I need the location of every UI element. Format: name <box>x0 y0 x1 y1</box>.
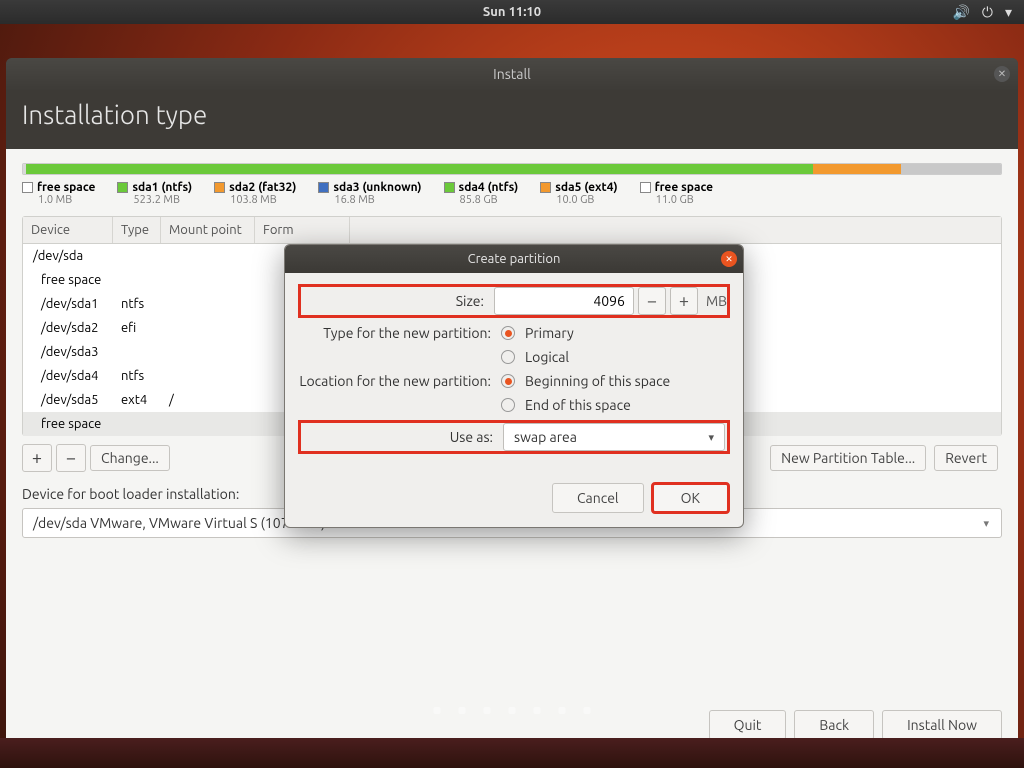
close-icon[interactable]: ✕ <box>721 251 737 267</box>
partition-legend: free space1.0 MB sda1 (ntfs)523.2 MB sda… <box>22 181 1002 206</box>
logical-radio-label: Logical <box>525 349 569 365</box>
chevron-down-icon[interactable]: ▾ <box>1005 4 1012 21</box>
install-now-button[interactable]: Install Now <box>882 710 1002 740</box>
top-menubar: Sun 11:10 🔊 ⏻ ▾ <box>0 0 1024 24</box>
dialog-title: Create partition <box>468 252 561 266</box>
type-label: Type for the new partition: <box>299 325 501 341</box>
ok-button[interactable]: OK <box>652 483 729 513</box>
beginning-radio[interactable] <box>501 374 515 388</box>
install-titlebar: Install ✕ <box>6 58 1018 90</box>
cancel-button[interactable]: Cancel <box>552 483 644 513</box>
size-unit: MB <box>706 293 727 309</box>
dialog-titlebar: Create partition ✕ <box>285 245 743 273</box>
size-input[interactable] <box>494 287 634 315</box>
volume-icon[interactable]: 🔊 <box>952 4 969 21</box>
partition-bar <box>22 163 1002 175</box>
table-header: Device Type Mount point Form <box>23 217 1001 244</box>
new-partition-table-button[interactable]: New Partition Table... <box>770 445 926 471</box>
primary-radio-label: Primary <box>525 325 574 341</box>
change-partition-button[interactable]: Change... <box>90 445 170 471</box>
back-button[interactable]: Back <box>794 710 874 740</box>
end-radio[interactable] <box>501 398 515 412</box>
useas-select[interactable]: swap area <box>503 423 725 451</box>
install-footer-buttons: Quit Back Install Now <box>22 690 1002 740</box>
useas-row: Use as: swap area <box>299 421 729 453</box>
beginning-radio-label: Beginning of this space <box>525 373 670 389</box>
logical-radio[interactable] <box>501 350 515 364</box>
system-indicators[interactable]: 🔊 ⏻ ▾ <box>952 4 1012 21</box>
add-partition-button[interactable]: + <box>22 444 52 472</box>
page-title: Installation type <box>6 90 1018 149</box>
remove-partition-button[interactable]: − <box>56 444 86 472</box>
location-label: Location for the new partition: <box>299 373 501 389</box>
size-increment-button[interactable]: + <box>670 287 698 315</box>
create-partition-dialog: Create partition ✕ Size: − + MB Type for… <box>284 244 744 528</box>
primary-radio[interactable] <box>501 326 515 340</box>
clock: Sun 11:10 <box>483 5 541 19</box>
install-window-title: Install <box>493 66 531 82</box>
quit-button[interactable]: Quit <box>709 710 787 740</box>
close-icon[interactable]: ✕ <box>994 66 1010 82</box>
revert-button[interactable]: Revert <box>934 445 998 471</box>
bottom-strip <box>0 738 1024 768</box>
page-dots <box>434 707 591 714</box>
useas-label: Use as: <box>301 429 503 445</box>
size-row: Size: − + MB <box>299 285 729 317</box>
size-decrement-button[interactable]: − <box>638 287 666 315</box>
power-icon[interactable]: ⏻ <box>982 4 993 21</box>
end-radio-label: End of this space <box>525 397 631 413</box>
size-label: Size: <box>301 293 494 309</box>
